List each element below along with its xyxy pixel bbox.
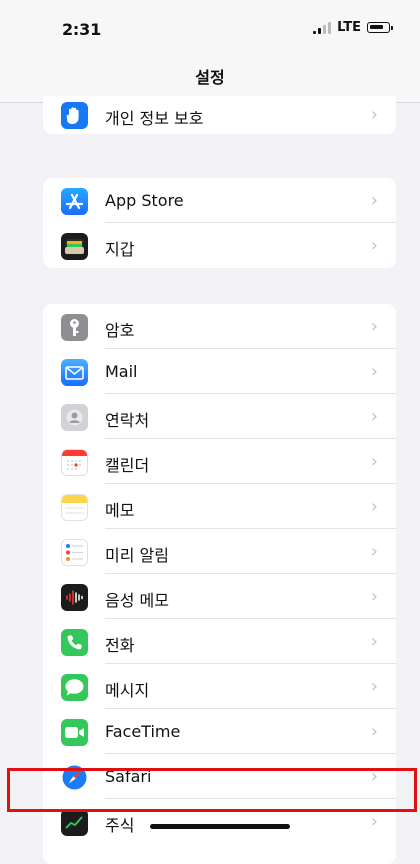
- settings-row-passwords[interactable]: 암호 ›: [43, 304, 396, 349]
- settings-row-label: 지갑: [105, 240, 135, 259]
- settings-row-messages[interactable]: 메시지 ›: [43, 664, 396, 709]
- chevron-right-icon: ›: [370, 406, 378, 427]
- settings-row-wallet[interactable]: 지갑 ›: [43, 223, 396, 268]
- settings-row-voice-memos[interactable]: 음성 메모 ›: [43, 574, 396, 619]
- chevron-right-icon: ›: [370, 235, 378, 256]
- settings-group-apps: 암호 › Mail › 연락처 › 캘린더 › 메모 › 미리 알림 › 음성 …: [43, 304, 396, 864]
- settings-row-stocks[interactable]: 주식 ›: [43, 799, 396, 844]
- chevron-right-icon: ›: [370, 676, 378, 697]
- reminders-icon: [61, 539, 88, 566]
- mail-icon: [61, 359, 88, 386]
- safari-icon: [61, 764, 88, 791]
- contacts-icon: [61, 404, 88, 431]
- chevron-right-icon: ›: [370, 766, 378, 787]
- hand-icon: [61, 102, 88, 129]
- stocks-icon: [61, 809, 88, 836]
- app-store-icon: [61, 188, 88, 215]
- settings-row-safari[interactable]: Safari ›: [43, 754, 396, 799]
- chevron-right-icon: ›: [370, 104, 378, 125]
- settings-row-label: 음성 메모: [105, 591, 169, 610]
- chevron-right-icon: ›: [370, 190, 378, 211]
- navigation-bar: 설정: [0, 46, 420, 103]
- notes-icon: [61, 494, 88, 521]
- settings-row-facetime[interactable]: FaceTime ›: [43, 709, 396, 754]
- settings-row-phone[interactable]: 전화 ›: [43, 619, 396, 664]
- network-label: LTE: [337, 20, 361, 35]
- battery-icon: [367, 22, 393, 33]
- settings-row-label: 미리 알림: [105, 546, 169, 565]
- settings-row-app-store[interactable]: App Store ›: [43, 178, 396, 223]
- settings-row-label: FaceTime: [105, 722, 181, 741]
- home-indicator: [150, 824, 290, 829]
- settings-row-label: 메모: [105, 501, 135, 520]
- status-indicators: LTE: [313, 20, 393, 35]
- settings-row-calendar[interactable]: 캘린더 ›: [43, 439, 396, 484]
- chevron-right-icon: ›: [370, 586, 378, 607]
- signal-icon: [313, 21, 332, 34]
- voice-memo-icon: [61, 584, 88, 611]
- status-bar: 2:31 LTE: [0, 0, 420, 46]
- settings-row-label: Mail: [105, 362, 138, 381]
- settings-row-label: 메시지: [105, 681, 150, 700]
- settings-row-label: 연락처: [105, 411, 150, 430]
- settings-row-contacts[interactable]: 연락처 ›: [43, 394, 396, 439]
- chevron-right-icon: ›: [370, 316, 378, 337]
- chevron-right-icon: ›: [370, 631, 378, 652]
- chevron-right-icon: ›: [370, 361, 378, 382]
- status-time: 2:31: [62, 20, 101, 39]
- settings-row-label: 주식: [105, 816, 135, 835]
- wallet-icon: [61, 233, 88, 260]
- settings-row-label: 개인 정보 보호: [105, 109, 204, 128]
- key-icon: [61, 314, 88, 341]
- settings-row-notes[interactable]: 메모 ›: [43, 484, 396, 529]
- settings-row-label: App Store: [105, 191, 184, 210]
- chevron-right-icon: ›: [370, 541, 378, 562]
- calendar-icon: [61, 449, 88, 476]
- settings-group-privacy: 개인 정보 보호 ›: [43, 96, 396, 134]
- chevron-right-icon: ›: [370, 496, 378, 517]
- phone-icon: [61, 629, 88, 656]
- settings-row-mail[interactable]: Mail ›: [43, 349, 396, 394]
- chevron-right-icon: ›: [370, 811, 378, 832]
- settings-row-label: 캘린더: [105, 456, 150, 475]
- chevron-right-icon: ›: [370, 451, 378, 472]
- settings-row-reminders[interactable]: 미리 알림 ›: [43, 529, 396, 574]
- messages-icon: [61, 674, 88, 701]
- chevron-right-icon: ›: [370, 721, 378, 742]
- settings-group-store: App Store › 지갑 ›: [43, 178, 396, 268]
- settings-row-label: Safari: [105, 767, 152, 786]
- settings-row-privacy[interactable]: 개인 정보 보호 ›: [43, 96, 396, 134]
- settings-row-label: 암호: [105, 321, 135, 340]
- facetime-icon: [61, 719, 88, 746]
- settings-row-label: 전화: [105, 636, 135, 655]
- page-title: 설정: [195, 68, 225, 87]
